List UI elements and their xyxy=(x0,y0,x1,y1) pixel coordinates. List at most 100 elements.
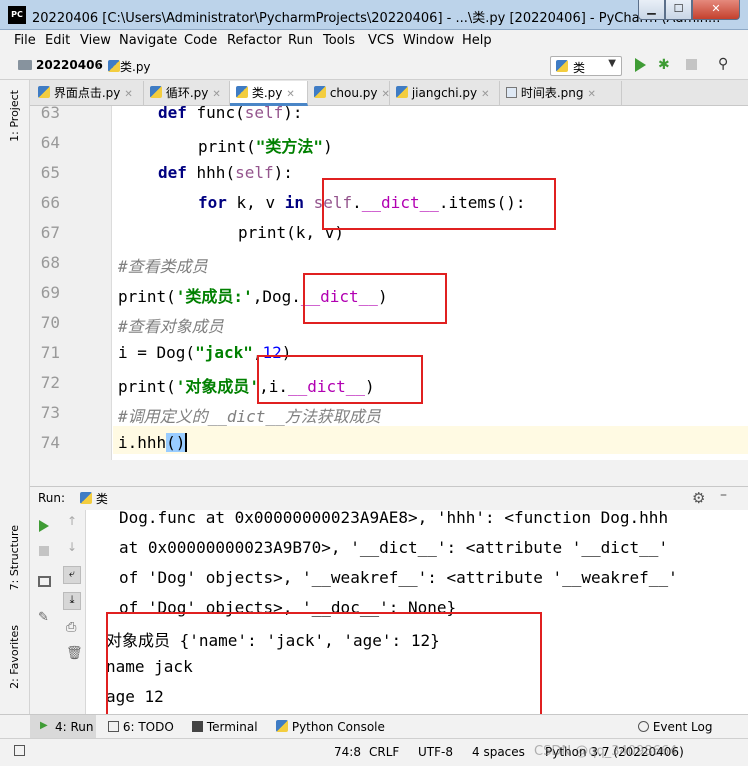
code-text: hhh( xyxy=(186,163,236,182)
line-number: 72 xyxy=(40,373,60,392)
tab-todo[interactable]: 6: TODO xyxy=(108,720,174,734)
title-bar: PC 20220406 [C:\Users\Administrator\Pych… xyxy=(0,0,748,30)
close-tab-icon[interactable]: ✕ xyxy=(286,89,294,100)
keyword: in xyxy=(284,193,304,212)
close-tab-icon[interactable]: ✕ xyxy=(481,89,489,100)
code-line-73: #调用定义的__dict__方法获取成员 xyxy=(118,407,381,426)
tab-terminal-label: Terminal xyxy=(206,720,258,734)
structure-tool-tab[interactable]: 7: Structure xyxy=(8,525,21,590)
close-tab-icon[interactable]: ✕ xyxy=(124,89,132,100)
menu-file[interactable]: File xyxy=(14,33,36,48)
left-tool-strip: 1: Project 7: Structure 2: Favorites xyxy=(0,80,30,714)
debug-icon[interactable]: ✱ xyxy=(658,57,672,73)
breadcrumb-file[interactable]: 类.py xyxy=(108,58,151,75)
python-icon xyxy=(276,720,288,732)
rerun-icon[interactable] xyxy=(39,520,49,532)
tab-jiemian[interactable]: 界面点击.py ✕ xyxy=(32,81,144,106)
scroll-to-end-icon[interactable]: ⤓ xyxy=(63,592,81,610)
tab-label: 循环.py xyxy=(165,86,209,100)
close-tab-icon[interactable]: ✕ xyxy=(382,89,390,100)
maximize-button[interactable]: ☐ xyxy=(665,0,692,20)
menu-vcs[interactable]: VCS xyxy=(368,33,394,48)
close-button[interactable]: ✕ xyxy=(692,0,740,20)
close-tab-icon[interactable]: ✕ xyxy=(212,89,220,100)
python-file-icon xyxy=(38,86,50,98)
search-icon[interactable]: ⚲ xyxy=(718,56,728,72)
code-text: k, v xyxy=(226,193,285,212)
minimize-icon[interactable]: – xyxy=(720,487,727,503)
code-line-63: def func(self): xyxy=(158,106,303,122)
tab-python-console-label: Python Console xyxy=(291,720,385,734)
stop-icon[interactable] xyxy=(39,546,49,556)
folder-icon xyxy=(18,60,32,70)
tab-xunhuan[interactable]: 循环.py ✕ xyxy=(144,81,230,106)
self-token: self xyxy=(244,106,284,122)
gear-icon[interactable]: ⚙ xyxy=(692,489,705,507)
tab-chou[interactable]: chou.py ✕ xyxy=(308,81,390,106)
code-line-68: #查看类成员 xyxy=(118,257,208,276)
project-tool-tab[interactable]: 1: Project xyxy=(8,90,21,142)
code-line-65: def hhh(self): xyxy=(158,163,293,182)
line-separator[interactable]: CRLF xyxy=(369,745,399,759)
menu-navigate[interactable]: Navigate xyxy=(119,33,177,48)
run-tab[interactable]: 类 xyxy=(80,490,108,507)
console-line: at 0x00000000023A9B70>, '__dict__': <att… xyxy=(119,538,669,557)
annotation-box-output xyxy=(106,612,542,714)
menu-tools[interactable]: Tools xyxy=(323,33,355,48)
menu-run[interactable]: Run xyxy=(288,33,313,48)
down-arrow-icon[interactable]: ↓ xyxy=(67,540,77,554)
todo-icon xyxy=(108,721,119,732)
console-output[interactable]: Dog.func at 0x00000000023A9AE8>, 'hhh': … xyxy=(86,510,748,714)
code-text: ) xyxy=(323,137,333,156)
menu-window[interactable]: Window xyxy=(403,33,454,48)
tab-shijianbiao[interactable]: 时间表.png ✕ xyxy=(500,81,622,106)
tab-run[interactable]: ▶ 4: Run xyxy=(30,715,96,739)
favorites-tool-tab[interactable]: 2: Favorites xyxy=(8,625,21,689)
caret-position[interactable]: 74:8 xyxy=(334,745,361,759)
pycharm-app-icon: PC xyxy=(8,6,26,24)
run-configuration-select[interactable]: 类 ▼ xyxy=(550,56,622,76)
menu-view[interactable]: View xyxy=(80,33,111,48)
run-icon[interactable] xyxy=(635,58,646,72)
tab-label: chou.py xyxy=(329,86,378,100)
tab-python-console[interactable]: Python Console xyxy=(276,720,385,734)
up-arrow-icon[interactable]: ↑ xyxy=(67,514,77,528)
run-tab-label: 类 xyxy=(95,492,108,506)
trash-icon[interactable]: 🗑 xyxy=(66,646,83,661)
menu-help[interactable]: Help xyxy=(462,33,492,48)
tab-jiangchi[interactable]: jiangchi.py ✕ xyxy=(390,81,500,106)
indent-setting[interactable]: 4 spaces xyxy=(472,745,525,759)
menu-code[interactable]: Code xyxy=(184,33,217,48)
breadcrumb-project[interactable]: 20220406 xyxy=(36,58,103,72)
python-file-icon xyxy=(236,86,248,98)
print-icon[interactable]: ⎙ xyxy=(66,620,76,635)
string-literal: '类成员:' xyxy=(175,287,253,306)
code-editor[interactable]: 63 64 65 66 67 68 69 70 71 72 73 74 def … xyxy=(30,106,748,460)
tool-windows-icon[interactable] xyxy=(14,745,25,756)
minimize-button[interactable]: ▁ xyxy=(638,0,665,20)
event-log-icon xyxy=(638,721,649,732)
breadcrumb-file-label: 类.py xyxy=(120,60,151,74)
file-encoding[interactable]: UTF-8 xyxy=(418,745,453,759)
close-tab-icon[interactable]: ✕ xyxy=(587,89,595,100)
menu-edit[interactable]: Edit xyxy=(45,33,70,48)
tab-event-log[interactable]: Event Log xyxy=(638,720,712,734)
terminal-icon xyxy=(192,721,203,732)
line-number: 69 xyxy=(40,283,60,302)
menu-refactor[interactable]: Refactor xyxy=(227,33,282,48)
stop-icon[interactable] xyxy=(686,59,697,70)
line-number: 70 xyxy=(40,313,60,332)
tab-lei[interactable]: 类.py ✕ xyxy=(230,81,308,106)
tab-terminal[interactable]: Terminal xyxy=(192,720,258,734)
string-literal: "jack" xyxy=(195,343,253,362)
soft-wrap-icon[interactable]: ⤶ xyxy=(63,566,81,584)
layout-icon[interactable] xyxy=(38,576,51,587)
chevron-down-icon: ▼ xyxy=(608,58,616,69)
code-line-74: i.hhh() xyxy=(118,433,188,452)
run-panel-label: Run: xyxy=(38,491,66,505)
run-panel-header: Run: 类 ⚙ – xyxy=(30,486,748,510)
string-literal: "类方法" xyxy=(255,137,324,156)
python-icon xyxy=(80,492,92,504)
pin-icon[interactable]: ✎ xyxy=(38,610,49,625)
